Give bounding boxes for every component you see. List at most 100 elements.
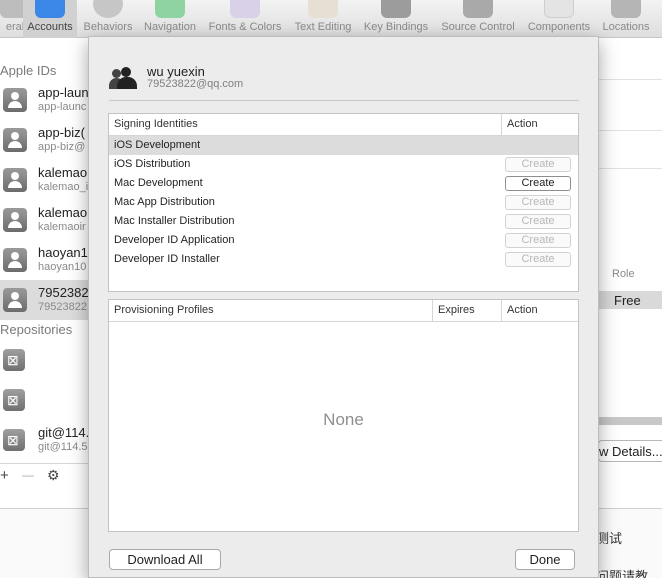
repository-icon [3,429,25,451]
repository-title: git@114. [38,425,90,440]
identity-name: Mac Installer Distribution [114,215,235,227]
provisioning-profiles-column-header[interactable]: Provisioning Profiles [114,304,214,316]
users-icon [109,67,141,89]
tab-navigation[interactable]: Navigation [140,0,200,38]
user-email: 79523822@qq.com [147,78,244,90]
table-header: Provisioning Profiles Expires Action [109,300,578,322]
repository-icon [3,349,25,371]
repository-row[interactable] [0,380,95,420]
table-row[interactable]: Developer ID Application Create [109,231,578,250]
divider [598,168,662,169]
account-title: kalemao [38,165,88,180]
repository-row[interactable]: git@114. git@114.5 [0,420,95,460]
create-button-disabled: Create [505,195,571,210]
divider [598,130,662,131]
table-row[interactable]: Mac Installer Distribution Create [109,212,578,231]
done-button[interactable]: Done [515,549,575,570]
provisioning-profiles-table: Provisioning Profiles Expires Action Non… [108,299,579,532]
identity-name: iOS Development [114,139,201,151]
table-header: Signing Identities Action [109,114,578,136]
role-value: Free [614,293,641,308]
account-title: 7952382 [38,285,89,300]
account-row[interactable]: app-biz( app-biz@ [0,120,95,160]
person-icon [3,128,27,152]
create-button-disabled: Create [505,252,571,267]
tab-accounts[interactable]: Accounts [23,0,77,38]
action-column-header[interactable]: Action [507,304,538,316]
create-button[interactable]: Create [505,176,571,191]
background-text: 问题请教 [596,569,649,578]
tab-label: Accounts [27,21,73,33]
table-row[interactable]: Developer ID Installer Create [109,250,578,269]
table-row-selected[interactable]: iOS Development [109,136,578,155]
tab-label: Key Bindings [363,21,429,33]
identity-name: Mac Development [114,177,203,189]
team-row-selected[interactable]: Free [598,291,662,309]
account-row[interactable]: kalemao kalemao_i [0,160,95,200]
table-row[interactable]: Mac Development Create [109,174,578,193]
account-subtitle: app-launc [38,101,87,113]
tab-key-bindings[interactable]: Key Bindings [360,0,432,38]
create-button-disabled: Create [505,157,571,172]
add-button[interactable]: + [0,467,9,484]
person-icon [3,248,27,272]
list-footer: + — ⚙ [0,463,95,488]
account-title: app-biz( [38,125,85,140]
fonts-colors-icon [230,0,260,18]
horizontal-scrollbar[interactable] [598,417,662,425]
navigation-icon [155,0,185,18]
divider [598,79,662,80]
locations-icon [611,0,641,18]
accounts-list-pane: Apple IDs app-laun app-launc app-biz( ap… [0,38,96,508]
tab-text-editing[interactable]: Text Editing [290,0,356,38]
person-icon [3,208,27,232]
tab-locations[interactable]: Locations [598,0,654,38]
tab-fonts-colors[interactable]: Fonts & Colors [205,0,285,38]
repository-row[interactable] [0,340,95,380]
preferences-toolbar: eral Accounts Behaviors Navigation Fonts… [0,0,662,38]
account-subtitle: haoyan10 [38,261,87,273]
remove-button[interactable]: — [22,468,34,482]
expires-column-header[interactable]: Expires [438,304,475,316]
person-icon [3,168,27,192]
tab-label: Behaviors [83,21,133,33]
identity-name: Mac App Distribution [114,196,215,208]
tab-behaviors[interactable]: Behaviors [80,0,136,38]
account-row-selected[interactable]: 7952382 79523822 [0,280,95,320]
signing-identities-column-header[interactable]: Signing Identities [114,118,198,130]
table-row[interactable]: Mac App Distribution Create [109,193,578,212]
person-icon [3,88,27,112]
user-name: wu yuexin [147,64,205,79]
view-details-button[interactable]: w Details... [598,440,662,462]
tab-source-control[interactable]: Source Control [436,0,520,38]
download-all-button[interactable]: Download All [109,549,221,570]
key-bindings-icon [381,0,411,18]
tab-label: Fonts & Colors [208,21,282,33]
account-subtitle: kalemao_i [38,181,89,193]
tab-label: Locations [602,21,650,33]
identity-name: Developer ID Installer [114,253,220,265]
account-subtitle: app-biz@ [38,141,86,153]
background-text: 测试 [596,531,623,546]
repository-subtitle: git@114.5 [38,441,88,453]
account-details-sheet: wu yuexin 79523822@qq.com Signing Identi… [88,36,599,578]
account-title: app-laun [38,85,89,100]
account-title: kalemao [38,205,88,220]
empty-state-text: None [323,410,364,429]
table-row[interactable]: iOS Distribution Create [109,155,578,174]
tab-label: Text Editing [294,21,352,33]
create-button-disabled: Create [505,233,571,248]
repositories-header: Repositories [0,322,73,337]
identity-name: Developer ID Application [114,234,235,246]
person-icon [3,288,27,312]
gear-icon [93,0,123,18]
account-subtitle: 79523822 [38,301,87,313]
account-details-pane: Role Free w Details... [598,38,662,508]
account-row[interactable]: app-laun app-launc [0,80,95,120]
account-row[interactable]: kalemao kalemaoir [0,200,95,240]
account-row[interactable]: haoyan1( haoyan10 [0,240,95,280]
settings-gear-button[interactable]: ⚙ [47,467,60,484]
action-column-header[interactable]: Action [507,118,538,130]
tab-components[interactable]: Components [524,0,594,38]
tab-label: Components [527,21,591,33]
